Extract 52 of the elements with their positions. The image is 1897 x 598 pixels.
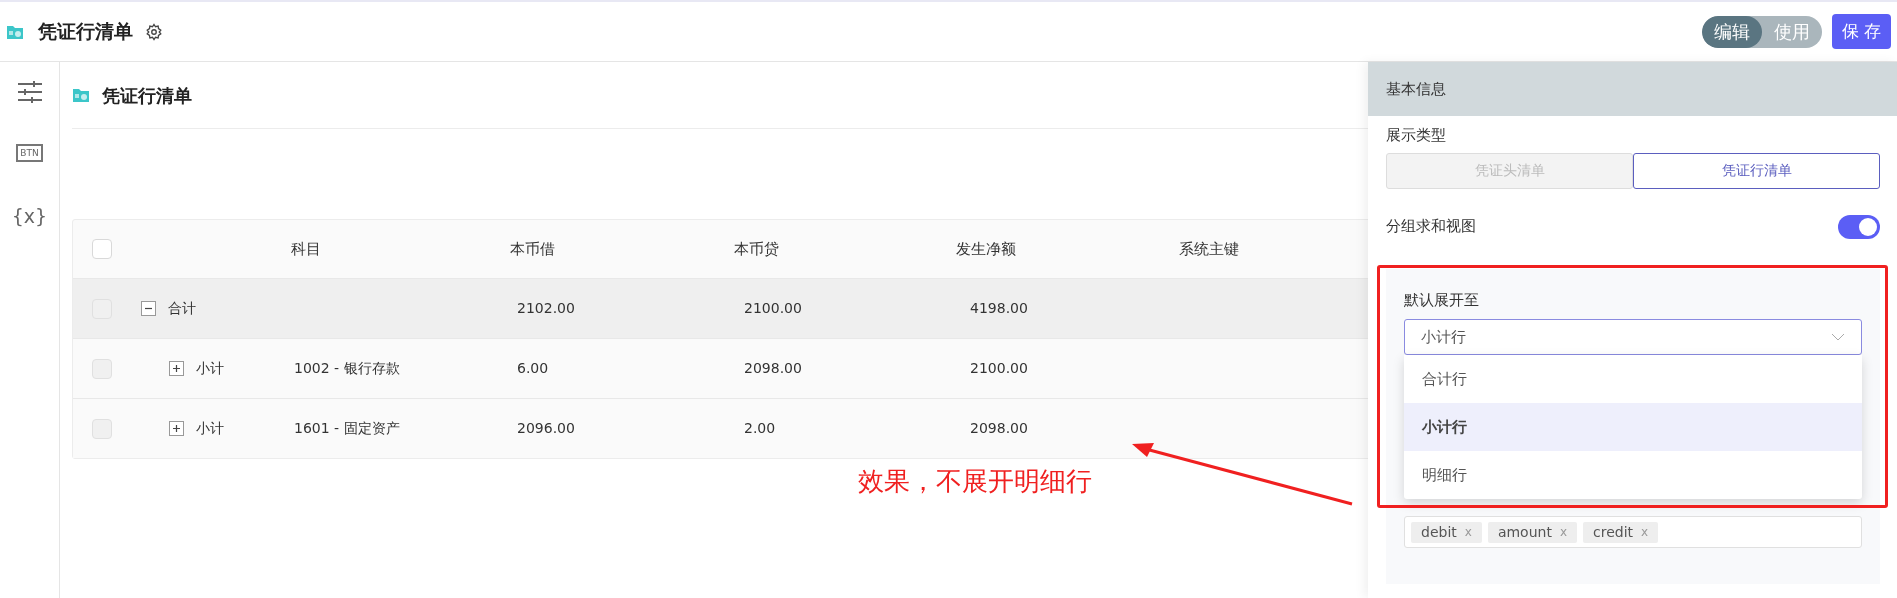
dropdown-option[interactable]: 合计行 <box>1404 355 1862 403</box>
tag: amount x <box>1487 521 1577 543</box>
group-label: 小计 <box>196 359 224 378</box>
group-label: 小计 <box>196 419 224 438</box>
sidebar-tool[interactable]: BTN <box>16 144 43 162</box>
toggle-switch[interactable] <box>1838 214 1880 239</box>
dropdown-option[interactable]: 明细行 <box>1404 451 1862 499</box>
app-title: 凭证行清单 <box>38 19 133 45</box>
table-cell: 2096.00 <box>517 420 575 436</box>
folder-icon <box>72 87 90 103</box>
select-field[interactable]: 小计行 <box>1404 319 1862 355</box>
folder-icon <box>6 23 24 40</box>
checkbox[interactable] <box>92 418 112 439</box>
page-title: 凭证行清单 <box>102 83 192 108</box>
sidebar-tool[interactable]: {x} <box>11 202 48 231</box>
column-header: 发生净额 <box>956 239 1017 258</box>
table-cell: 4198.00 <box>970 300 1028 316</box>
sliders-icon[interactable] <box>16 80 43 104</box>
dropdown-option[interactable]: 小计行 <box>1404 403 1862 451</box>
tag: debit x <box>1411 521 1482 543</box>
column-header: 系统主键 <box>1178 239 1239 258</box>
save-button[interactable]: 保 存 <box>1831 14 1891 49</box>
column-header: 本币借 <box>510 239 556 258</box>
chevron-down-icon <box>1831 333 1845 341</box>
expand-toggle[interactable] <box>169 421 184 436</box>
collapse-toggle[interactable] <box>141 301 156 316</box>
column-header: 科目 <box>290 239 321 258</box>
checkbox[interactable] <box>91 239 112 259</box>
table-cell: 2098.00 <box>970 420 1028 436</box>
field-label: 默认展开至 <box>1404 289 1480 311</box>
mode-tab[interactable]: 编辑 <box>1701 15 1762 48</box>
expand-toggle[interactable] <box>169 361 184 376</box>
segment-tab[interactable]: 凭证行清单 <box>1633 152 1880 189</box>
column-header: 本币贷 <box>733 239 779 258</box>
table-cell: 2102.00 <box>517 300 575 316</box>
table-cell: 2.00 <box>744 420 776 436</box>
checkbox[interactable] <box>92 358 112 379</box>
group-label: 合计 <box>168 299 196 318</box>
table-cell: 2100.00 <box>970 360 1028 376</box>
table-cell: 2100.00 <box>744 300 802 316</box>
settings-icon[interactable] <box>145 22 163 41</box>
table-cell: 2098.00 <box>744 360 802 376</box>
plus-icon <box>172 364 181 373</box>
field-label: 展示类型 <box>1386 125 1447 146</box>
table-cell: 6.00 <box>517 360 549 376</box>
annotation-text: 效果，不展开明细行 <box>858 465 1092 498</box>
field-label: 分组求和视图 <box>1386 216 1476 238</box>
table-cell: 1601 - 固定资产 <box>294 420 400 436</box>
plus-icon <box>172 424 181 433</box>
table-cell: 1002 - 银行存款 <box>294 360 400 376</box>
tag: credit x <box>1583 521 1659 543</box>
section-header: 基本信息 <box>1368 62 1897 116</box>
